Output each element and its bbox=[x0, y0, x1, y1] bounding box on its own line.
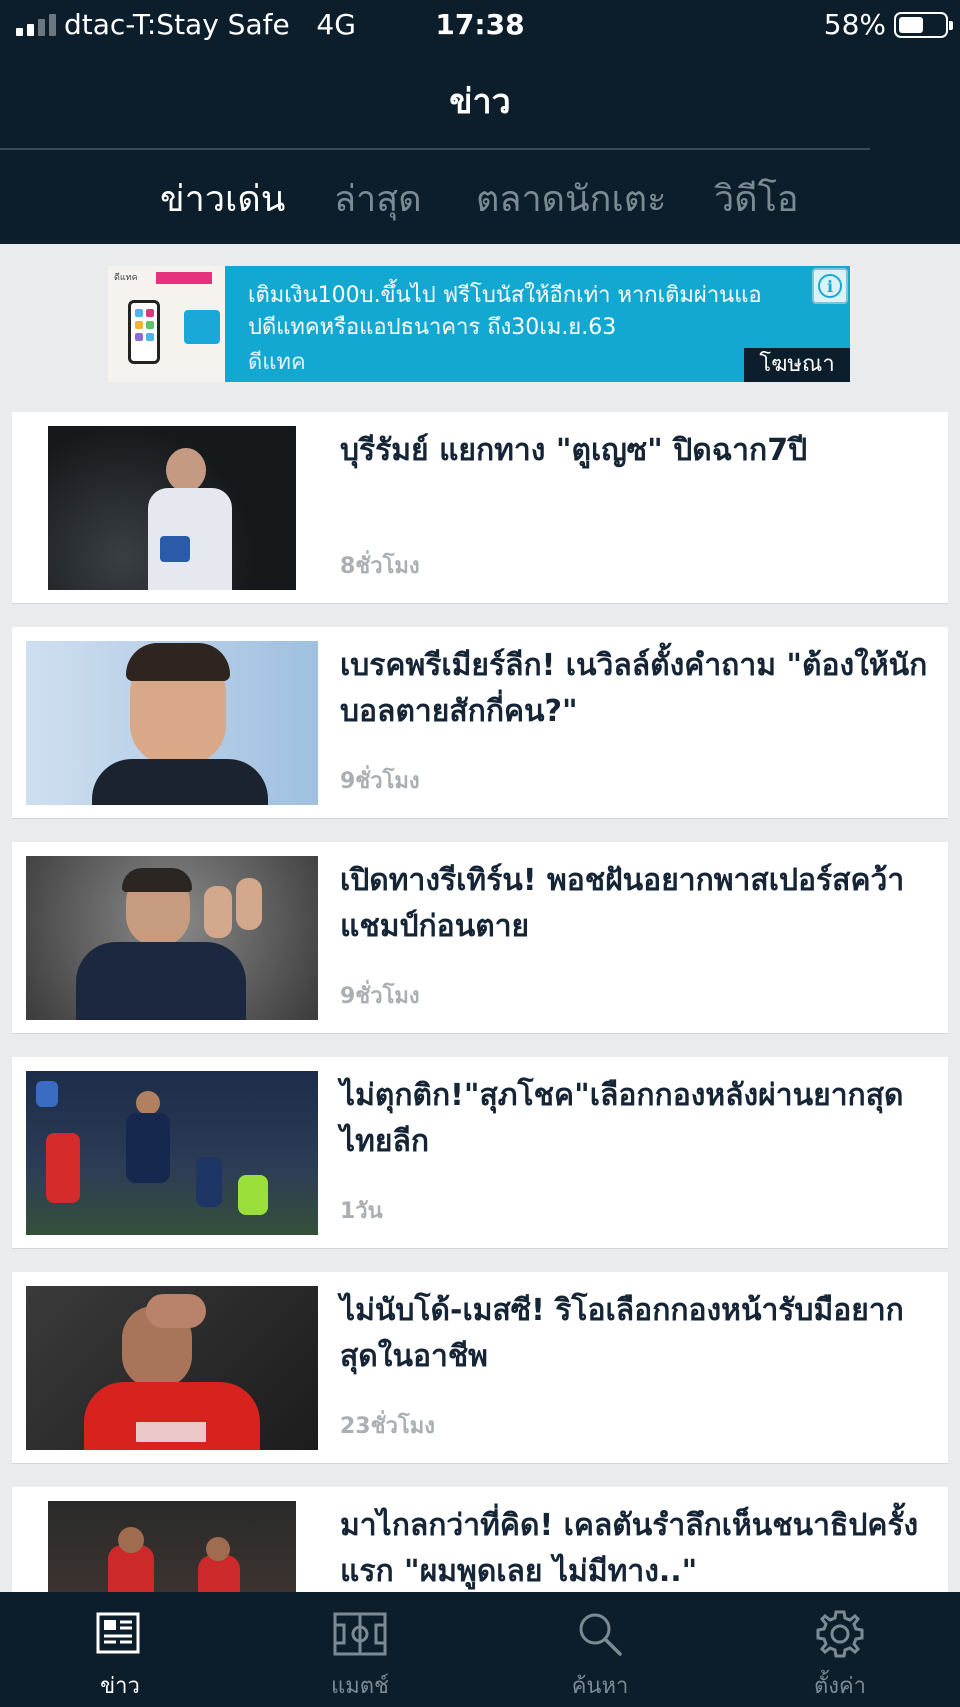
nav-label: ข่าว bbox=[100, 1674, 140, 1699]
newspaper-icon bbox=[96, 1612, 140, 1654]
battery-icon bbox=[894, 12, 953, 38]
news-item[interactable]: ไม่ตุกติก!"สุภโชค"เลือกกองหลังผ่านยากสุด… bbox=[12, 1057, 948, 1249]
nav-label: แมตช์ bbox=[331, 1674, 389, 1699]
nav-label: ตั้งค่า bbox=[813, 1674, 867, 1699]
bottom-nav: ข่าว แมตช์ ค้นหา ตั้งค่า bbox=[0, 1592, 960, 1707]
header-divider bbox=[0, 148, 870, 150]
ad-image: ดีแทค bbox=[108, 266, 225, 382]
news-time: 8ชั่วโมง bbox=[340, 554, 420, 579]
search-icon bbox=[579, 1613, 622, 1656]
ad-sponsor: ดีแทค bbox=[248, 350, 306, 375]
news-thumbnail bbox=[26, 641, 318, 805]
status-bar: dtac-T:Stay Safe 4G 17:38 58% bbox=[0, 0, 960, 50]
news-time: 9ชั่วโมง bbox=[340, 769, 420, 794]
news-item[interactable]: เบรคพรีเมียร์ลีก! เนวิลล์ตั้งคำถาม "ต้อง… bbox=[12, 627, 948, 819]
ad-banner[interactable]: ดีแทค เติมเงิน100บ.ขึ้นไป ฟรีโบนัสให้อีก… bbox=[108, 266, 850, 382]
news-headline: เปิดทางรีเทิร์น! พอชฝันอยากพาสเปอร์สคว้า… bbox=[340, 863, 905, 944]
tab-latest[interactable]: ล่าสุด bbox=[334, 170, 422, 227]
news-time: 1วัน bbox=[340, 1199, 383, 1224]
tab-highlights[interactable]: ข่าวเด่น bbox=[160, 170, 285, 227]
nav-news[interactable]: ข่าว bbox=[0, 1592, 240, 1707]
news-time: 9ชั่วโมง bbox=[340, 984, 420, 1009]
tab-transfer-market[interactable]: ตลาดนักเตะ bbox=[476, 170, 666, 227]
battery-percent: 58% bbox=[823, 8, 886, 41]
ad-text: เติมเงิน100บ.ขึ้นไป ฟรีโบนัสให้อีกเท่า ห… bbox=[248, 283, 762, 340]
news-thumbnail bbox=[48, 426, 296, 590]
news-headline: ไม่นับโด้-เมสซี! ริโอเลือกกองหน้ารับมือย… bbox=[340, 1293, 904, 1374]
news-headline: มาไกลกว่าที่คิด! เคลตันรำลึกเห็นชนาธิปคร… bbox=[340, 1508, 919, 1589]
info-icon[interactable]: i bbox=[812, 268, 848, 304]
nav-matches[interactable]: แมตช์ bbox=[240, 1592, 480, 1707]
pitch-icon bbox=[333, 1612, 387, 1656]
news-thumbnail bbox=[26, 1286, 318, 1450]
ad-label: โฆษณา bbox=[744, 348, 850, 382]
nav-search[interactable]: ค้นหา bbox=[480, 1592, 720, 1707]
nav-label: ค้นหา bbox=[571, 1674, 629, 1699]
news-thumbnail bbox=[26, 856, 318, 1020]
nav-settings[interactable]: ตั้งค่า bbox=[720, 1592, 960, 1707]
news-item[interactable]: ไม่นับโด้-เมสซี! ริโอเลือกกองหน้ารับมือย… bbox=[12, 1272, 948, 1464]
news-tabs: ข่าวเด่น ล่าสุด ตลาดนักเตะ วิดีโอ bbox=[0, 170, 960, 226]
gear-icon bbox=[816, 1610, 864, 1658]
app-header: dtac-T:Stay Safe 4G 17:38 58% ข่าว ข่าวเ… bbox=[0, 0, 960, 244]
news-thumbnail bbox=[26, 1071, 318, 1235]
news-item[interactable]: บุรีรัมย์ แยกทาง "ตูเญซ" ปิดฉาก7ปี 8ชั่ว… bbox=[12, 412, 948, 604]
news-headline: ไม่ตุกติก!"สุภโชค"เลือกกองหลังผ่านยากสุด… bbox=[340, 1078, 904, 1159]
news-headline: บุรีรัมย์ แยกทาง "ตูเญซ" ปิดฉาก7ปี bbox=[340, 433, 808, 468]
news-item[interactable]: เปิดทางรีเทิร์น! พอชฝันอยากพาสเปอร์สคว้า… bbox=[12, 842, 948, 1034]
page-title: ข่าว bbox=[449, 82, 511, 122]
status-time: 17:38 bbox=[435, 8, 525, 41]
tab-video[interactable]: วิดีโอ bbox=[714, 170, 799, 227]
news-headline: เบรคพรีเมียร์ลีก! เนวิลล์ตั้งคำถาม "ต้อง… bbox=[340, 648, 928, 729]
news-time: 23ชั่วโมง bbox=[340, 1414, 435, 1439]
